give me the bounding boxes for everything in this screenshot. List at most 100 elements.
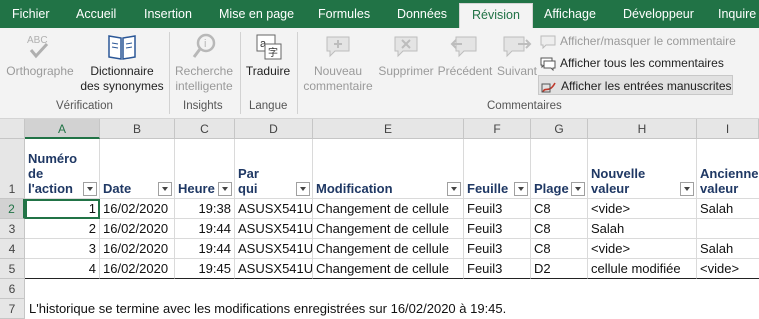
cell-feuille[interactable]: Feuil3 (464, 239, 531, 259)
column-header-b[interactable]: B (100, 119, 175, 139)
tab-mise-en-page[interactable]: Mise en page (219, 0, 294, 28)
row-header-5[interactable]: 5 (0, 259, 25, 279)
cell-plage[interactable]: C8 (531, 199, 588, 219)
cell-numero[interactable]: 2 (25, 219, 100, 239)
filter-dropdown-icon[interactable] (83, 182, 97, 196)
cell-ancienne-valeur[interactable]: Salah (697, 239, 759, 259)
cell-date[interactable]: 16/02/2020 (100, 239, 175, 259)
cell-par-qui[interactable]: ASUSX541U (235, 259, 313, 279)
header-cell-heure[interactable]: Heure (175, 139, 235, 199)
row-header-4[interactable]: 4 (0, 239, 25, 259)
tab-formules[interactable]: Formules (318, 0, 370, 28)
tab-fichier[interactable]: Fichier (12, 0, 50, 28)
cell-par-qui[interactable]: ASUSX541U (235, 199, 313, 219)
cell-modification[interactable]: Changement de cellule (313, 239, 464, 259)
column-header-i[interactable]: I (697, 119, 759, 139)
header-cell-par-qui[interactable]: Par qui (235, 139, 313, 199)
filter-dropdown-icon[interactable] (680, 182, 694, 196)
header-cell-feuille[interactable]: Feuille (464, 139, 531, 199)
tab-affichage[interactable]: Affichage (544, 0, 596, 28)
cell-nouvelle-valeur[interactable]: Salah (588, 219, 697, 239)
recherche-intelligente-button[interactable]: i Recherche intelligente (170, 32, 238, 94)
svg-text:i: i (204, 38, 206, 50)
filter-dropdown-icon[interactable] (514, 182, 528, 196)
column-header-g[interactable]: G (531, 119, 588, 139)
nouveau-commentaire-button[interactable]: Nouveau commentaire (300, 32, 376, 94)
header-cell-nouvelle-valeur[interactable]: Nouvelle valeur (588, 139, 697, 199)
cell-date[interactable]: 16/02/2020 (100, 199, 175, 219)
column-header-f[interactable]: F (464, 119, 531, 139)
supprimer-button[interactable]: Supprimer (376, 32, 436, 79)
cell-heure[interactable]: 19:45 (175, 259, 235, 279)
cell-numero[interactable]: 4 (25, 259, 100, 279)
cell-plage[interactable]: C8 (531, 239, 588, 259)
afficher-tous-commentaires-button[interactable]: Afficher tous les commentaires (540, 53, 724, 73)
cell-modification[interactable]: Changement de cellule (313, 199, 464, 219)
cell-ancienne-valeur[interactable]: <vide> (697, 259, 759, 279)
filter-dropdown-icon[interactable] (571, 182, 585, 196)
header-cell-date[interactable]: Date (100, 139, 175, 199)
tab-donnees[interactable]: Données (397, 0, 447, 28)
tab-revision[interactable]: Révision (459, 3, 533, 28)
cell-numero[interactable]: 3 (25, 239, 100, 259)
history-footer-text[interactable]: L'historique se termine avec les modific… (29, 301, 506, 316)
filter-dropdown-icon[interactable] (218, 182, 232, 196)
cell-date[interactable]: 16/02/2020 (100, 259, 175, 279)
filter-dropdown-icon[interactable] (158, 182, 172, 196)
header-cell-ancienne-valeur[interactable]: Ancienne valeur (697, 139, 759, 199)
cell-modification[interactable]: Changement de cellule (313, 259, 464, 279)
cell-par-qui[interactable]: ASUSX541U (235, 219, 313, 239)
row-header-3[interactable]: 3 (0, 219, 25, 239)
spellcheck-icon: ABC (23, 32, 57, 62)
column-header-c[interactable]: C (175, 119, 235, 139)
column-header-e[interactable]: E (313, 119, 464, 139)
row-header-6[interactable]: 6 (0, 279, 25, 299)
next-comment-icon (500, 32, 534, 62)
cell-nouvelle-valeur[interactable]: <vide> (588, 199, 697, 219)
precedent-button[interactable]: Précédent (436, 32, 494, 79)
header-cell-modification[interactable]: Modification (313, 139, 464, 199)
filter-dropdown-icon[interactable] (296, 182, 310, 196)
tab-developpeur[interactable]: Développeur (623, 0, 694, 28)
cell-ancienne-valeur[interactable]: Salah (697, 199, 759, 219)
traduire-button[interactable]: a 字 Traduire (243, 32, 293, 79)
cell-heure[interactable]: 19:44 (175, 239, 235, 259)
row-header-1[interactable]: 1 (0, 139, 25, 199)
group-separator (240, 32, 241, 114)
group-label-commentaires: Commentaires (487, 100, 562, 112)
tab-inquire[interactable]: Inquire (718, 0, 756, 28)
column-header-a[interactable]: A (25, 119, 100, 139)
orthographe-button[interactable]: ABC Orthographe (4, 32, 76, 79)
ribbon: ABC Orthographe Dictionnaire des synonym… (0, 28, 759, 119)
row-header-2[interactable]: 2 (0, 199, 25, 219)
cell-date[interactable]: 16/02/2020 (100, 219, 175, 239)
filter-dropdown-icon[interactable] (447, 182, 461, 196)
show-all-comments-icon (540, 57, 556, 72)
header-cell-plage[interactable]: Plage (531, 139, 588, 199)
column-header-d[interactable]: D (235, 119, 313, 139)
cell-heure[interactable]: 19:38 (175, 199, 235, 219)
tab-accueil[interactable]: Accueil (76, 0, 116, 28)
row-header-7[interactable]: 7 (0, 299, 25, 319)
cell-modification[interactable]: Changement de cellule (313, 219, 464, 239)
show-hide-comment-icon (540, 35, 556, 50)
cell-feuille[interactable]: Feuil3 (464, 199, 531, 219)
cell-nouvelle-valeur[interactable]: cellule modifiée (588, 259, 697, 279)
tab-insertion[interactable]: Insertion (144, 0, 192, 28)
cell-feuille[interactable]: Feuil3 (464, 259, 531, 279)
suivant-button[interactable]: Suivant (494, 32, 540, 79)
select-all-corner[interactable] (0, 119, 25, 139)
column-header-h[interactable]: H (588, 119, 697, 139)
dictionnaire-synonymes-button[interactable]: Dictionnaire des synonymes (78, 32, 166, 94)
cell-par-qui[interactable]: ASUSX541U (235, 239, 313, 259)
afficher-masquer-commentaire-button[interactable]: Afficher/masquer le commentaire (540, 31, 736, 51)
cell-numero[interactable]: 1 (25, 199, 100, 219)
cell-plage[interactable]: C8 (531, 219, 588, 239)
header-cell-numero-action[interactable]: Numéro de l'action (25, 139, 100, 199)
afficher-entrees-manuscrites-button[interactable]: Afficher les entrées manuscrites (538, 75, 733, 95)
cell-feuille[interactable]: Feuil3 (464, 219, 531, 239)
cell-nouvelle-valeur[interactable]: <vide> (588, 239, 697, 259)
cell-plage[interactable]: D2 (531, 259, 588, 279)
cell-heure[interactable]: 19:44 (175, 219, 235, 239)
cell-ancienne-valeur[interactable] (697, 219, 759, 239)
